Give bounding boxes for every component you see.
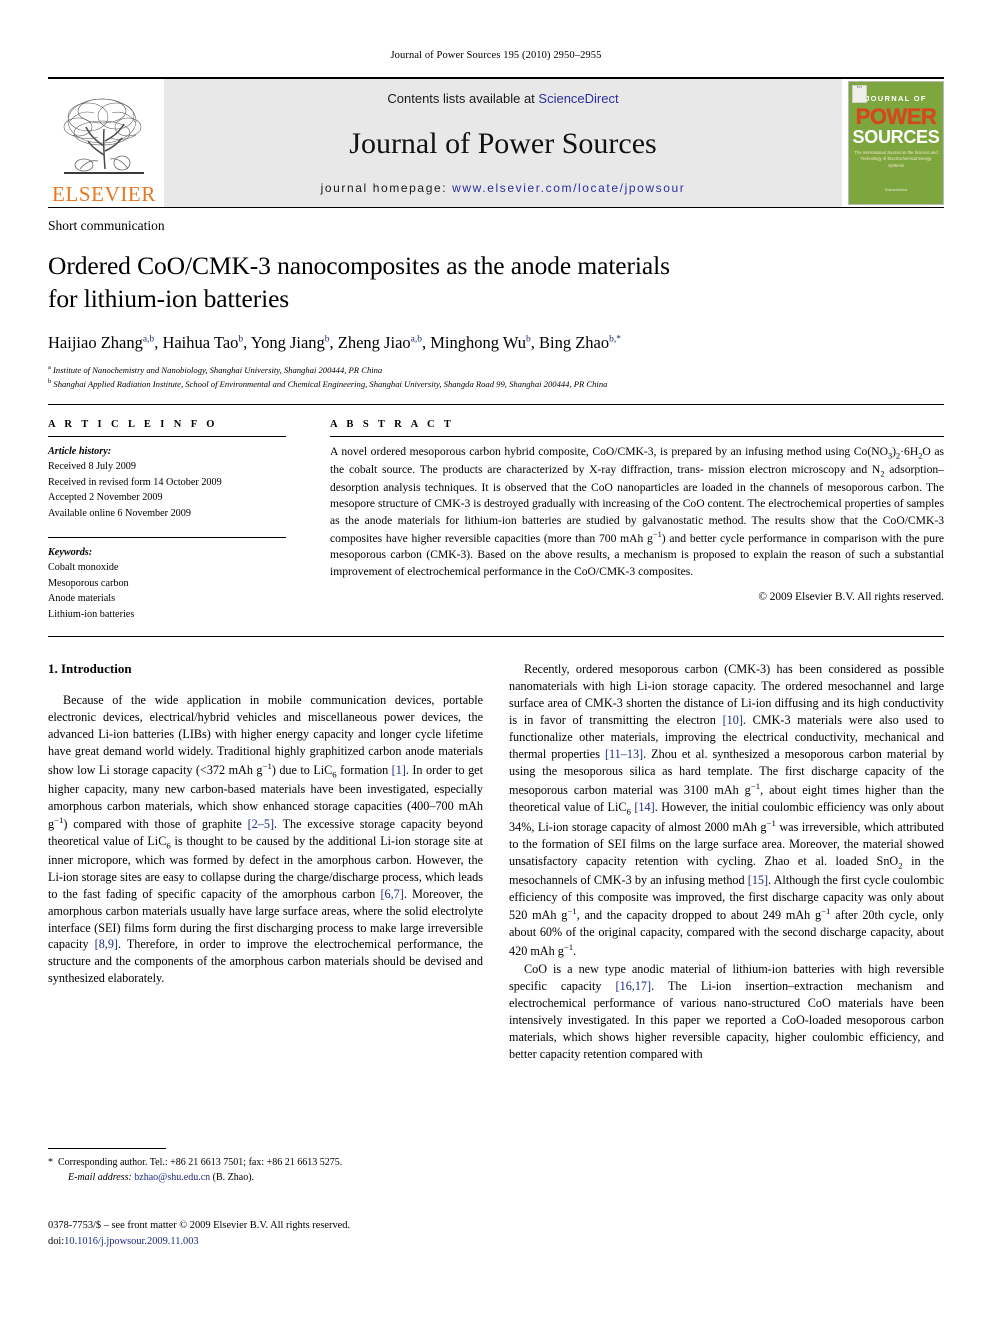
history-item: Received 8 July 2009 (48, 461, 136, 473)
cover-subtitle: The International Journal on the Science… (854, 150, 938, 168)
doi-label: doi: (48, 1235, 65, 1247)
body-column-left: 1. Introduction Because of the wide appl… (48, 661, 483, 1063)
affiliation-line: b Shanghai Applied Radiation Institute, … (48, 377, 944, 390)
footnote-email-line: E-mail address: bzhao@shu.edu.cn (B. Zha… (48, 1171, 468, 1186)
elsevier-wordmark: ELSEVIER (52, 182, 156, 206)
history-item: Received in revised form 14 October 2009 (48, 476, 222, 488)
journal-masthead: ELSEVIER Contents lists available at Sci… (48, 77, 944, 207)
contents-available-line: Contents lists available at ScienceDirec… (387, 91, 618, 106)
page-title: Ordered CoO/CMK-3 nanocomposites as the … (48, 250, 944, 315)
cover-line-journal-of: JOURNAL OF (865, 94, 927, 103)
author-name[interactable]: Bing Zhao (539, 333, 609, 352)
citation-link[interactable]: [6,7] (380, 887, 403, 901)
affiliation-mark: b (48, 377, 52, 385)
doi-line: doi:10.1016/j.jpowsour.2009.11.003 (48, 1234, 478, 1250)
info-abstract-panel: A R T I C L E I N F O Article history: R… (48, 405, 944, 623)
abstract-body: A novel ordered mesoporous carbon hybrid… (330, 444, 945, 578)
affiliation-line: a Institute of Nanochemistry and Nanobio… (48, 363, 944, 376)
corresponding-author-footnote: * Corresponding author. Tel.: +86 21 661… (48, 1148, 468, 1185)
intro-paragraph-1: Because of the wide application in mobil… (48, 693, 484, 986)
info-panel-bottom-divider (48, 636, 944, 638)
author-name[interactable]: Minghong Wu (430, 333, 526, 352)
footnote-corresponding-text: Corresponding author. Tel.: +86 21 6613 … (58, 1157, 343, 1168)
citation-link[interactable]: [10] (723, 713, 743, 727)
author-affil-mark: a,b (142, 334, 155, 345)
journal-homepage-line: journal homepage: www.elsevier.com/locat… (321, 181, 686, 195)
masthead-center-panel: Contents lists available at ScienceDirec… (164, 79, 842, 207)
author-affil-mark: b (324, 334, 330, 345)
footnote-email-owner: (B. Zhao). (212, 1171, 255, 1183)
sciencedirect-link[interactable]: ScienceDirect (538, 91, 618, 106)
running-head: Journal of Power Sources 195 (2010) 2950… (390, 50, 602, 61)
article-info-column: A R T I C L E I N F O Article history: R… (48, 419, 286, 623)
title-line-2: for lithium-ion batteries (48, 283, 290, 313)
author-name[interactable]: Zheng Jiao (338, 333, 411, 352)
elsevier-logo: ELSEVIER (48, 79, 160, 207)
body-column-right: Recently, ordered mesoporous carbon (CMK… (509, 661, 944, 1063)
author-affil-mark: b (525, 334, 531, 345)
title-block: Short communication Ordered CoO/CMK-3 na… (48, 208, 944, 390)
intro-paragraph-3: CoO is a new type anodic material of lit… (509, 962, 945, 1061)
citation-link[interactable]: [2–5] (248, 818, 274, 832)
cover-bottom-logo: ScienceDirect (884, 188, 908, 193)
abstract-copyright: © 2009 Elsevier B.V. All rights reserved… (758, 590, 944, 603)
author-name[interactable]: Haijiao Zhang (48, 333, 143, 352)
journal-homepage-link[interactable]: www.elsevier.com/locate/jpowsour (452, 181, 685, 195)
keyword-item: Lithium-ion batteries (48, 608, 135, 620)
journal-cover-thumbnail[interactable]: ELS JOURNAL OF POWER SOURCES The Interna… (848, 81, 944, 205)
keywords-label: Keywords: (48, 547, 93, 559)
keywords-divider (48, 537, 286, 539)
title-line-1: Ordered CoO/CMK-3 nanocomposites as the … (48, 251, 670, 280)
history-item: Available online 6 November 2009 (48, 507, 191, 519)
elsevier-tree-icon (63, 98, 144, 174)
article-type: Short communication (48, 218, 165, 233)
author-list: Haijiao Zhanga,b, Haihua Taob, Yong Jian… (48, 333, 621, 353)
citation-link[interactable]: [8,9] (95, 937, 118, 951)
citation-link[interactable]: [1] (392, 763, 406, 777)
section-heading-introduction: 1. Introduction (48, 661, 132, 677)
citation-link[interactable]: [14] (634, 800, 654, 814)
footnote-corresponding-line: * Corresponding author. Tel.: +86 21 661… (48, 1157, 343, 1168)
affiliation-text: Institute of Nanochemistry and Nanobiolo… (53, 365, 383, 376)
page-footer: 0378-7753/$ – see front matter © 2009 El… (48, 1218, 478, 1249)
cover-line-sources: SOURCES (852, 127, 940, 147)
citation-link[interactable]: [11–13] (605, 747, 643, 761)
footnote-email-link[interactable]: bzhao@shu.edu.cn (134, 1172, 210, 1183)
abstract-divider (330, 435, 944, 437)
affiliation-text: Shanghai Applied Radiation Institute, Sc… (53, 378, 608, 389)
article-info-divider (48, 435, 286, 437)
article-body: 1. Introduction Because of the wide appl… (48, 661, 944, 1063)
article-info-heading: A R T I C L E I N F O (48, 418, 218, 430)
footnote-email-label: E-mail address: (68, 1171, 132, 1183)
paper-page: Journal of Power Sources 195 (2010) 2950… (0, 0, 992, 1323)
author-affil-mark: b (238, 334, 244, 345)
issn-line: 0378-7753/$ – see front matter © 2009 El… (48, 1220, 351, 1231)
doi-link[interactable]: 10.1016/j.jpowsour.2009.11.003 (64, 1236, 198, 1247)
affiliation-mark: a (48, 364, 51, 372)
article-history-label: Article history: (48, 445, 112, 457)
journal-title: Journal of Power Sources (349, 126, 657, 160)
keyword-item: Cobalt monoxide (48, 562, 119, 574)
author-name[interactable]: Haihua Tao (162, 333, 238, 352)
citation-link[interactable]: [16,17] (616, 979, 652, 993)
contents-prefix: Contents lists available at (387, 91, 539, 106)
footnote-divider (48, 1148, 166, 1149)
keyword-item: Mesoporous carbon (48, 577, 129, 589)
intro-paragraph-2: Recently, ordered mesoporous carbon (CMK… (509, 662, 945, 959)
citation-link[interactable]: [15] (748, 873, 768, 887)
author-name[interactable]: Yong Jiang (251, 333, 325, 352)
homepage-prefix: journal homepage: (320, 181, 453, 195)
author-affil-mark: b,* (609, 334, 621, 345)
history-item: Accepted 2 November 2009 (48, 492, 163, 504)
author-affil-mark: a,b (410, 334, 422, 345)
abstract-heading: A B S T R A C T (330, 418, 455, 430)
keyword-item: Anode materials (48, 593, 116, 605)
abstract-column: A B S T R A C T A novel ordered mesoporo… (330, 419, 944, 623)
